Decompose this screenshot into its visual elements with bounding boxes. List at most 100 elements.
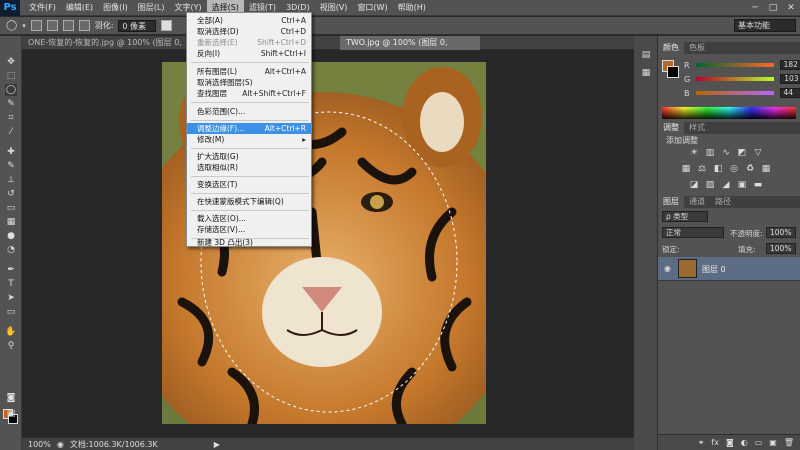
eyedropper-tool-icon[interactable]: ⁄: [5, 126, 17, 138]
history-icon[interactable]: ▤: [640, 50, 652, 60]
menu-file[interactable]: 文件(F): [24, 0, 61, 16]
posterize-icon[interactable]: ▨: [704, 180, 716, 190]
visibility-eye-icon[interactable]: ◉: [664, 264, 671, 273]
status-arrow-icon[interactable]: ▶: [214, 440, 220, 449]
invert-icon[interactable]: ◪: [688, 180, 700, 190]
red-value[interactable]: 182: [779, 60, 800, 70]
crop-tool-icon[interactable]: ⌗: [5, 112, 17, 124]
layer-style-icon[interactable]: fx: [711, 438, 719, 447]
menu-item-grow[interactable]: 扩大选取(G): [187, 151, 311, 162]
tab-color[interactable]: 颜色: [658, 42, 684, 54]
menu-item-color-range[interactable]: 色彩范围(C)...: [187, 106, 311, 117]
menu-window[interactable]: 窗口(W): [352, 0, 392, 16]
menu-item-3d-extrusion[interactable]: 新建 3D 凸出(3): [187, 237, 311, 248]
hue-saturation-icon[interactable]: ▦: [680, 164, 692, 174]
tab-one[interactable]: ONE-恢复的-恢复的.jpg @ 100% (图层 0, RGB/8) *: [22, 36, 186, 61]
tab-styles[interactable]: 样式: [684, 122, 710, 134]
tab-paths[interactable]: 路径: [710, 196, 736, 208]
anti-alias-checkbox[interactable]: [161, 20, 173, 31]
eraser-tool-icon[interactable]: ▭: [5, 202, 17, 214]
green-slider[interactable]: [696, 77, 775, 81]
clone-stamp-tool-icon[interactable]: ⊥: [5, 174, 17, 186]
feather-input[interactable]: 0 像素: [118, 19, 157, 32]
trash-icon[interactable]: 🗑: [784, 438, 794, 447]
tab-layers[interactable]: 图层: [658, 196, 684, 208]
maximize-button[interactable]: □: [764, 0, 782, 16]
menu-edit[interactable]: 编辑(E): [61, 0, 98, 16]
layer-name[interactable]: 图层 0: [702, 264, 726, 275]
layer-mask-icon[interactable]: ◙: [726, 438, 734, 447]
brush-tool-icon[interactable]: ✎: [5, 160, 17, 172]
menu-item-deselect[interactable]: 取消选择(D) Ctrl+D: [187, 26, 311, 37]
menu-item-modify[interactable]: 修改(M) ▸: [187, 134, 311, 145]
history-brush-tool-icon[interactable]: ↺: [5, 188, 17, 200]
red-slider[interactable]: [695, 63, 774, 67]
tab-adjustments[interactable]: 调整: [658, 122, 684, 134]
shape-tool-icon[interactable]: ▭: [5, 306, 17, 318]
workspace-select[interactable]: 基本功能: [734, 19, 796, 32]
menu-item-inverse[interactable]: 反向(I) Shift+Ctrl+I: [187, 48, 311, 59]
group-icon[interactable]: ▭: [755, 438, 763, 447]
zoom-tool-icon[interactable]: ⚲: [5, 340, 17, 352]
hand-tool-icon[interactable]: ✋: [5, 326, 17, 338]
menu-layer[interactable]: 图层(L): [133, 0, 170, 16]
layer-row[interactable]: ◉ 图层 0: [658, 257, 800, 281]
path-select-tool-icon[interactable]: ➤: [5, 292, 17, 304]
black-white-icon[interactable]: ◧: [712, 164, 724, 174]
brightness-icon[interactable]: ☀: [688, 148, 700, 158]
exposure-icon[interactable]: ◩: [736, 148, 748, 158]
lasso-preset-icon[interactable]: ◯: [6, 20, 17, 31]
subtract-selection-icon[interactable]: [62, 20, 74, 31]
menu-item-deselect-layers[interactable]: 取消选择图层(S): [187, 77, 311, 88]
new-selection-icon[interactable]: [30, 20, 42, 31]
tab-swatches[interactable]: 色板: [684, 42, 710, 54]
properties-icon[interactable]: ▦: [640, 68, 652, 78]
levels-icon[interactable]: ▥: [704, 148, 716, 158]
dodge-tool-icon[interactable]: ◔: [5, 244, 17, 256]
link-layers-icon[interactable]: ⚭: [698, 438, 705, 447]
curves-icon[interactable]: ∿: [720, 148, 732, 158]
chevron-down-icon[interactable]: ▾: [22, 22, 26, 30]
blur-tool-icon[interactable]: ●: [5, 230, 17, 242]
gradient-map-icon[interactable]: ▬: [752, 180, 764, 190]
gradient-tool-icon[interactable]: ▦: [5, 216, 17, 228]
tab-channels[interactable]: 通道: [684, 196, 710, 208]
green-value[interactable]: 103: [780, 74, 800, 84]
fill-input[interactable]: 100%: [766, 243, 796, 254]
status-info-icon[interactable]: ◉: [57, 440, 64, 449]
tab-two[interactable]: TWO.jpg @ 100% (图层 0, RGB/8#) * ×: [340, 36, 480, 61]
intersect-selection-icon[interactable]: [78, 20, 90, 31]
selective-color-icon[interactable]: ▣: [736, 180, 748, 190]
pen-tool-icon[interactable]: ✒: [5, 264, 17, 276]
minimize-button[interactable]: ─: [746, 0, 764, 16]
menu-item-similar[interactable]: 选取相似(R): [187, 162, 311, 173]
menu-help[interactable]: 帮助(H): [393, 0, 431, 16]
quick-mask-icon[interactable]: ◙: [5, 392, 17, 404]
adjustment-layer-icon[interactable]: ◐: [741, 438, 748, 447]
color-balance-icon[interactable]: ⚖: [696, 164, 708, 174]
menu-image[interactable]: 图像(I): [98, 0, 133, 16]
color-bg-swatch[interactable]: [667, 66, 679, 78]
type-tool-icon[interactable]: T: [5, 278, 17, 290]
healing-brush-tool-icon[interactable]: ✚: [5, 146, 17, 158]
layer-kind-filter[interactable]: ρ 类型: [662, 211, 708, 222]
move-tool-icon[interactable]: ✥: [5, 56, 17, 68]
menu-item-transform-selection[interactable]: 变换选区(T): [187, 179, 311, 190]
blue-slider[interactable]: [695, 91, 774, 95]
menu-item-load-selection[interactable]: 载入选区(O)...: [187, 213, 311, 224]
menu-item-all[interactable]: 全部(A) Ctrl+A: [187, 15, 311, 26]
quick-select-tool-icon[interactable]: ✎: [5, 98, 17, 110]
vibrance-icon[interactable]: ▽: [752, 148, 764, 158]
color-lookup-icon[interactable]: ▦: [760, 164, 772, 174]
blend-mode-select[interactable]: 正常: [662, 227, 724, 238]
opacity-input[interactable]: 100%: [766, 227, 796, 238]
add-to-selection-icon[interactable]: [46, 20, 58, 31]
zoom-level[interactable]: 100%: [28, 440, 51, 449]
menu-item-quick-mask[interactable]: 在快速蒙版模式下编辑(Q): [187, 196, 311, 207]
close-button[interactable]: ✕: [782, 0, 800, 16]
menu-item-all-layers[interactable]: 所有图层(L) Alt+Ctrl+A: [187, 66, 311, 77]
lasso-tool-icon[interactable]: ◯: [5, 84, 17, 96]
screen-mode-icon[interactable]: ▣: [5, 408, 17, 420]
marquee-tool-icon[interactable]: ⬚: [5, 70, 17, 82]
threshold-icon[interactable]: ◢: [720, 180, 732, 190]
